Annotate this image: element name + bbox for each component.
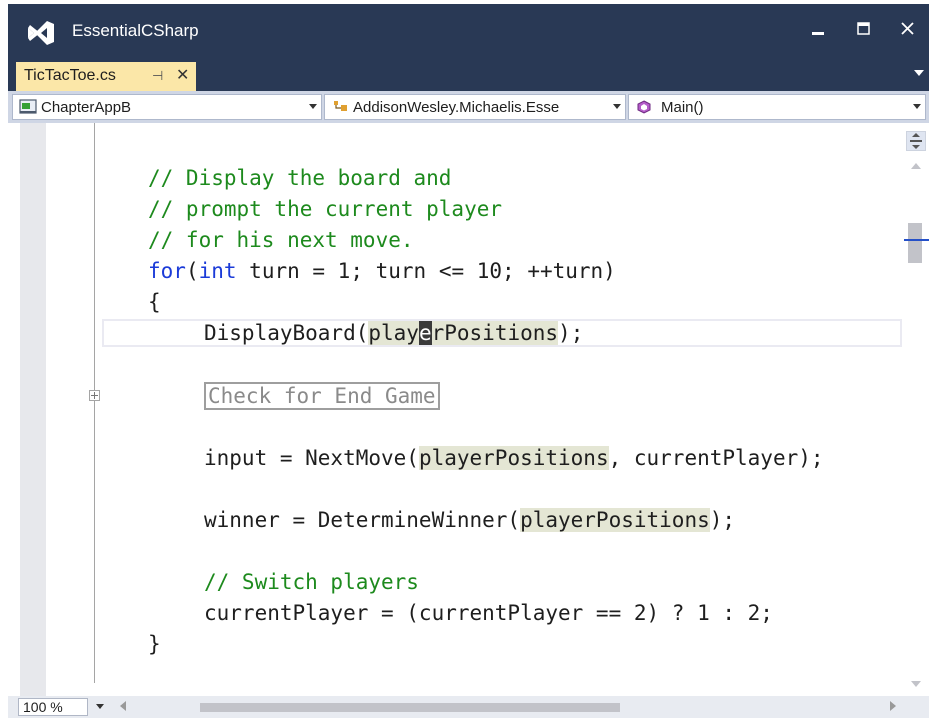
code-text: // Display the board and // prompt the c…	[8, 123, 824, 656]
highlighted-reference: playerPositions	[418, 446, 609, 470]
close-window-button[interactable]	[888, 12, 928, 46]
project-icon	[19, 99, 37, 114]
scroll-right-icon[interactable]	[890, 701, 896, 711]
tab-dropdown-icon[interactable]	[914, 70, 924, 76]
code-token: (	[185, 259, 199, 283]
document-tab-row: TicTacToe.cs ⊣ ✕	[8, 60, 929, 91]
scrollbar-thumb[interactable]	[908, 223, 922, 263]
class-icon	[334, 101, 347, 111]
vertical-scrollbar[interactable]	[904, 123, 929, 696]
maximize-button[interactable]	[844, 12, 884, 46]
code-token: input = NextMove(	[204, 446, 419, 470]
code-token: turn = 1; turn <= 10; ++turn)	[236, 259, 616, 283]
project-name: ChapterAppB	[41, 99, 132, 116]
pin-icon[interactable]: ⊣	[152, 68, 163, 84]
code-editor[interactable]: // Display the board and // prompt the c…	[8, 123, 904, 696]
chevron-down-icon[interactable]	[96, 704, 104, 709]
code-line: for(int turn = 1; turn <= 10; ++turn)	[148, 256, 616, 286]
close-icon	[901, 22, 914, 35]
highlighted-reference: playerPositions	[368, 321, 559, 345]
expand-region-icon[interactable]	[89, 390, 100, 401]
outlining-line	[94, 123, 95, 683]
visual-studio-logo-icon	[28, 21, 54, 45]
code-line: // prompt the current player	[148, 194, 502, 224]
comment: // prompt the current player	[148, 197, 503, 221]
code-token: play	[368, 321, 419, 345]
class-dropdown[interactable]: AddisonWesley.Michaelis.Esse	[324, 94, 626, 120]
highlighted-reference: playerPositions	[520, 508, 710, 532]
code-line: currentPlayer = (currentPlayer == 2) ? 1…	[204, 598, 773, 628]
scroll-left-icon[interactable]	[120, 701, 126, 711]
tab-label: TicTacToe.cs	[24, 67, 116, 84]
zoom-dropdown[interactable]: 100 %	[18, 698, 88, 716]
navigation-bar: ChapterAppB AddisonWesley.Michaelis.Esse…	[8, 91, 929, 123]
comment: // Display the board and	[148, 166, 452, 190]
member-name: Main()	[661, 99, 704, 116]
code-token: );	[709, 508, 736, 532]
caret-position-marker	[904, 239, 929, 241]
scroll-up-icon[interactable]	[911, 163, 921, 169]
code-token: currentPlayer = (currentPlayer == 2) ? 1…	[204, 601, 773, 625]
chevron-down-icon	[309, 104, 317, 109]
class-name: AddisonWesley.Michaelis.Esse	[353, 99, 560, 116]
split-icon	[910, 133, 922, 149]
tab-close-button[interactable]: ✕	[176, 65, 189, 85]
code-line: {	[148, 287, 161, 317]
keyword: int	[198, 259, 237, 283]
minimize-icon	[812, 32, 824, 35]
horizontal-scrollbar-thumb[interactable]	[200, 703, 620, 712]
minimize-button[interactable]	[798, 12, 838, 46]
split-window-button[interactable]	[906, 131, 926, 151]
code-token: , currentPlayer);	[608, 446, 824, 470]
code-line: // for his next move.	[148, 225, 414, 255]
code-line: }	[148, 629, 161, 659]
code-token: rPositions	[431, 321, 559, 345]
code-token: winner = DetermineWinner(	[204, 508, 521, 532]
scroll-down-icon[interactable]	[911, 681, 921, 687]
comment: // Switch players	[204, 570, 419, 594]
zoom-level: 100 %	[23, 699, 63, 715]
method-icon	[637, 100, 651, 114]
code-line: Check for End Game	[204, 381, 440, 411]
collapsed-region-box[interactable]: Check for End Game	[204, 382, 440, 410]
code-token: DisplayBoard(	[204, 321, 369, 345]
code-line: input = NextMove(playerPositions, curren…	[204, 443, 824, 473]
code-token: {	[148, 290, 161, 314]
code-line: // Switch players	[204, 567, 419, 597]
window-title: EssentialCSharp	[72, 21, 199, 40]
code-line: winner = DetermineWinner(playerPositions…	[204, 505, 735, 535]
text-caret: e	[418, 321, 432, 345]
code-token: }	[148, 632, 161, 656]
chevron-down-icon	[613, 104, 621, 109]
ide-window: EssentialCSharp TicTacToe.cs ⊣ ✕ Chapter…	[8, 4, 929, 718]
member-dropdown[interactable]: Main()	[628, 94, 926, 120]
maximize-icon	[857, 22, 870, 35]
code-line: // Display the board and	[148, 163, 451, 193]
keyword: for	[148, 259, 186, 283]
chevron-down-icon	[913, 104, 921, 109]
title-bar: EssentialCSharp	[8, 4, 929, 60]
code-token: );	[558, 321, 584, 345]
comment: // for his next move.	[148, 228, 414, 252]
bottom-bar: 100 %	[8, 696, 929, 718]
code-line: DisplayBoard(playerPositions);	[204, 318, 583, 348]
project-dropdown[interactable]: ChapterAppB	[12, 94, 322, 120]
tab-tictactoe[interactable]: TicTacToe.cs ⊣ ✕	[16, 62, 196, 91]
